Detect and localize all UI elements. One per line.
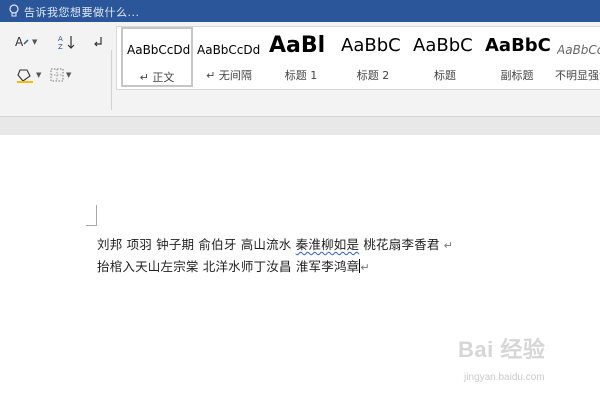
margin-corner-mark <box>86 205 97 226</box>
watermark-brand: Bai 经验 <box>458 337 546 362</box>
style-label: ↵ 无间隔 <box>206 69 252 82</box>
borders-icon <box>50 68 64 82</box>
shading-icon <box>17 69 33 83</box>
text-effects-icon: A <box>15 35 29 49</box>
line-text: 抬棺入天山左宗棠 北洋水师丁汝昌 淮军李鸿章 <box>97 259 360 274</box>
style-normal[interactable]: AaBbCcDd ↵ 正文 <box>121 27 193 87</box>
spell-flagged-text[interactable]: 秦淮柳如是 <box>296 237 360 252</box>
styles-gallery: AaBbCcDd ↵ 正文 AaBbCcDd ↵ 无间隔 AaBl 标题 1 A… <box>116 26 600 90</box>
style-subtle-emphasis[interactable]: AaBbCcD 不明显强调 <box>553 27 600 87</box>
ruler-strip <box>0 116 600 136</box>
borders-button[interactable]: ▼ <box>50 68 71 82</box>
style-card-clip: AaBbCcDd ↵ 正文 <box>123 29 191 85</box>
style-title[interactable]: AaBbC 标题 <box>409 27 481 87</box>
lightbulb-icon <box>9 4 19 17</box>
baidu-watermark: Bai 经验 jingyan.baidu.com <box>458 328 598 390</box>
style-sample: AaBbC <box>413 35 473 56</box>
document-line-1[interactable]: 刘邦 项羽 钟子期 俞伯牙 高山流水 秦淮柳如是 桃花扇李香君 ↵ <box>97 234 453 253</box>
style-sample: AaBbCcDd <box>127 43 191 57</box>
style-card-clip: AaBbC 标题 <box>409 27 481 87</box>
style-heading-1[interactable]: AaBl 标题 1 <box>265 27 337 87</box>
style-sample: AaBbC <box>341 35 401 56</box>
style-label: 副标题 <box>500 69 534 82</box>
style-sample: AaBbCcDd <box>197 43 261 57</box>
text-effects-button[interactable]: A ▼ <box>14 35 37 49</box>
style-sample: AaBl <box>269 33 326 58</box>
document-line-2[interactable]: 抬棺入天山左宗棠 北洋水师丁汝昌 淮军李鸿章↵ <box>97 256 370 275</box>
style-sample: AaBbC <box>485 35 551 56</box>
style-sample: AaBbCcD <box>557 43 600 57</box>
watermark-url: jingyan.baidu.com <box>464 372 545 383</box>
style-label: 标题 1 <box>284 69 318 82</box>
paragraph-mark: ↵ <box>443 239 453 252</box>
tell-me-placeholder[interactable]: 告诉我您想要做什么... <box>24 4 140 20</box>
style-no-spacing[interactable]: AaBbCcDd ↵ 无间隔 <box>193 27 265 87</box>
shading-button[interactable]: ▼ <box>16 67 41 83</box>
style-card-clip: AaBbCcDd ↵ 无间隔 <box>193 27 265 87</box>
chevron-down-icon: ▼ <box>66 71 72 79</box>
style-subtitle[interactable]: AaBbC 副标题 <box>481 27 553 87</box>
style-card-clip: AaBl 标题 1 <box>265 27 337 87</box>
style-card-clip: AaBbC 副标题 <box>481 27 553 87</box>
chevron-down-icon: ▼ <box>36 71 42 79</box>
style-heading-2[interactable]: AaBbC 标题 2 <box>337 27 409 87</box>
sort-button[interactable]: A Z <box>58 34 76 50</box>
show-marks-icon <box>94 37 102 47</box>
svg-text:A: A <box>58 35 63 43</box>
style-label: ↵ 正文 <box>139 71 175 84</box>
tell-me-bar[interactable]: 告诉我您想要做什么... <box>0 0 600 22</box>
svg-text:Z: Z <box>58 43 63 50</box>
line-text: 刘邦 项羽 钟子期 俞伯牙 高山流水 <box>97 237 296 252</box>
line-text: 桃花扇李香君 <box>359 237 440 252</box>
style-label: 标题 2 <box>356 69 390 82</box>
style-label: 标题 <box>434 69 456 82</box>
sort-icon: A Z <box>58 35 75 50</box>
svg-text:A: A <box>15 35 24 49</box>
show-marks-button[interactable] <box>92 35 104 49</box>
group-separator <box>111 50 112 110</box>
paragraph-mark: ↵ <box>360 261 370 274</box>
style-label: 不明显强调 <box>555 69 600 82</box>
style-card-clip: AaBbC 标题 2 <box>337 27 409 87</box>
style-card-clip: AaBbCcD 不明显强调 <box>553 27 600 87</box>
chevron-down-icon: ▼ <box>32 38 38 46</box>
